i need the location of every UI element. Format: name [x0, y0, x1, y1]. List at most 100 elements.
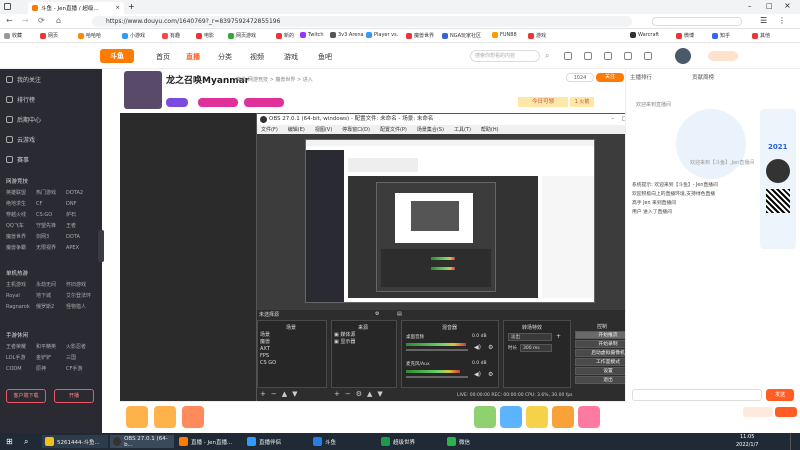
scene-item[interactable]: 场景 — [258, 332, 326, 339]
sidebar-category-link[interactable]: 王者荣耀 — [6, 343, 36, 350]
sidebar-category-link[interactable]: 永劫无间 — [36, 281, 66, 288]
scene-item[interactable]: 魔兽 — [258, 339, 326, 346]
bookmark-item[interactable]: NGA玩家社区 — [442, 32, 481, 39]
home-icon[interactable]: ⌂ — [56, 16, 61, 25]
reload-icon[interactable]: ⟳ — [38, 16, 45, 25]
taskbar-item[interactable]: 直播 - Jen直播... — [176, 435, 240, 448]
source-item[interactable]: ▣ 显示器 — [332, 339, 396, 346]
show-desktop-button[interactable] — [790, 433, 798, 450]
chat-input[interactable] — [632, 389, 762, 401]
sidebar-category-link[interactable]: 主机游戏 — [6, 281, 36, 288]
sidebar-category-link[interactable]: 王者 — [66, 222, 96, 229]
sidebar-item-esports[interactable]: 赛事 — [6, 155, 29, 164]
windows-start-icon[interactable]: ⊞ — [6, 437, 13, 446]
sidebar-collapse-handle[interactable] — [98, 230, 104, 262]
sidebar-item-rank[interactable]: 排行榜 — [6, 95, 35, 104]
taskbar-item[interactable]: 5261444-斗鱼... — [42, 435, 108, 448]
bookmark-item[interactable]: 游戏 — [528, 32, 546, 39]
nav-live[interactable]: 直播 — [186, 52, 200, 62]
message-icon[interactable] — [624, 52, 632, 60]
scene-item[interactable]: CS GO — [258, 360, 326, 367]
bookmark-item[interactable]: 网页游戏 — [228, 32, 256, 39]
menu-view[interactable]: 视图(V) — [315, 126, 332, 133]
up-icon[interactable]: ▲ — [282, 390, 287, 398]
gift-icon[interactable] — [552, 406, 574, 428]
bookmark-item[interactable]: 小游戏 — [122, 32, 145, 39]
maximize-icon[interactable]: □ — [766, 2, 773, 10]
tab-anchor-rank[interactable]: 主播排行 — [630, 73, 652, 81]
sidebar-category-link[interactable]: QQ飞车 — [6, 222, 36, 229]
download-icon[interactable] — [604, 52, 612, 60]
gift-icon[interactable] — [154, 406, 176, 428]
bookmark-item[interactable]: 网页 — [40, 32, 58, 39]
forward-icon[interactable]: → — [22, 16, 29, 25]
sidebar-category-link[interactable]: 魔兽世界 — [6, 233, 36, 240]
promo-banner[interactable]: 2021 — [760, 109, 796, 249]
add-icon[interactable]: + — [260, 390, 266, 398]
nav-game[interactable]: 游戏 — [284, 52, 298, 62]
sidebar-category-link[interactable]: 金铲铲 — [36, 354, 66, 361]
sidebar-category-link[interactable]: CF手游 — [66, 365, 96, 372]
volume-slider[interactable] — [406, 349, 468, 351]
sidebar-category-link[interactable]: 穿越火线 — [6, 211, 36, 218]
remove-icon[interactable]: − — [345, 390, 351, 398]
client-download-button[interactable]: 客户端下载 — [6, 389, 46, 403]
tab-douyu[interactable]: 斗鱼 - Jen直播 / 超级... × — [28, 2, 124, 14]
duration-field[interactable]: 300 ms — [520, 344, 552, 352]
minimize-icon[interactable]: – — [611, 114, 614, 125]
gift-icon[interactable] — [526, 406, 548, 428]
bookmark-item[interactable]: Warcraft — [630, 32, 659, 38]
sidebar-category-link[interactable]: 英雄联盟 — [6, 189, 36, 196]
follow-icon[interactable] — [584, 52, 592, 60]
charge-button[interactable] — [775, 407, 797, 417]
source-item[interactable]: ▣ 媒体源 — [332, 332, 396, 339]
bookmark-item[interactable]: Player vs. — [366, 32, 398, 38]
menu-tools[interactable]: 工具(T) — [454, 126, 471, 133]
sidebar-category-link[interactable]: 怪物猎人 — [66, 303, 96, 310]
sidebar-category-link[interactable]: CODM — [6, 366, 36, 372]
browser-search-box[interactable] — [652, 17, 742, 26]
history-icon[interactable] — [564, 52, 572, 60]
start-live-button[interactable]: 开播 — [54, 389, 94, 403]
sidebar-category-link[interactable]: CF — [36, 201, 66, 207]
promo-badge[interactable] — [708, 51, 738, 61]
bookmark-item[interactable]: FUN88 — [492, 32, 517, 38]
task-badge[interactable] — [244, 98, 284, 107]
add-icon[interactable]: + — [556, 333, 561, 340]
sidebar-category-link[interactable]: 地下城 — [36, 292, 66, 299]
sidebar-category-link[interactable]: 绝地求生 — [6, 200, 36, 207]
rank-value[interactable]: 1 火箭 — [570, 97, 594, 107]
sidebar-category-link[interactable]: LOL手游 — [6, 354, 36, 361]
speaker-icon[interactable]: ◀) — [474, 344, 481, 351]
sidebar-category-link[interactable]: Ragnarok — [6, 304, 36, 310]
sidebar-category-link[interactable]: 俄罗斯2 — [36, 303, 66, 310]
properties-icon[interactable]: ⚙ — [375, 311, 379, 317]
gift-icon[interactable] — [182, 406, 204, 428]
sidebar-category-link[interactable]: APEX — [66, 245, 96, 251]
taskbar-item[interactable]: 微信 — [444, 435, 494, 448]
taskbar-item[interactable]: OBS 27.0.1 (64-b... — [110, 435, 174, 448]
close-icon[interactable]: × — [115, 5, 120, 11]
extensions-icon[interactable]: ☰ — [760, 16, 767, 25]
bookmark-item[interactable]: 电影 — [196, 32, 214, 39]
scene-item[interactable]: FPS — [258, 353, 326, 360]
avatar[interactable] — [675, 48, 691, 64]
clock-time[interactable]: 11:05 — [740, 434, 754, 440]
nav-yuba[interactable]: 鱼吧 — [318, 52, 332, 62]
speaker-icon[interactable]: ◀) — [474, 371, 481, 378]
bookmark-item[interactable]: 有趣 — [162, 32, 180, 39]
sidebar-category-link[interactable]: DOTA — [66, 234, 96, 240]
nav-home[interactable]: 首页 — [156, 52, 170, 62]
transition-select[interactable]: 淡出 — [508, 333, 552, 341]
gift-icon[interactable] — [474, 406, 496, 428]
gift-icon[interactable] — [500, 406, 522, 428]
gift-badge[interactable] — [198, 98, 238, 107]
remove-icon[interactable]: − — [271, 390, 277, 398]
streamer-avatar[interactable] — [124, 71, 162, 109]
settings-icon[interactable]: ⚙ — [488, 344, 493, 351]
bookmark-item[interactable]: 魔兽世界 — [406, 32, 434, 39]
douyu-logo[interactable]: 斗鱼 — [100, 49, 134, 63]
sidebar-category-link[interactable]: 剑网3 — [36, 233, 66, 240]
sidebar-item-follow[interactable]: 我的关注 — [6, 75, 41, 84]
back-icon[interactable]: ← — [6, 16, 13, 25]
